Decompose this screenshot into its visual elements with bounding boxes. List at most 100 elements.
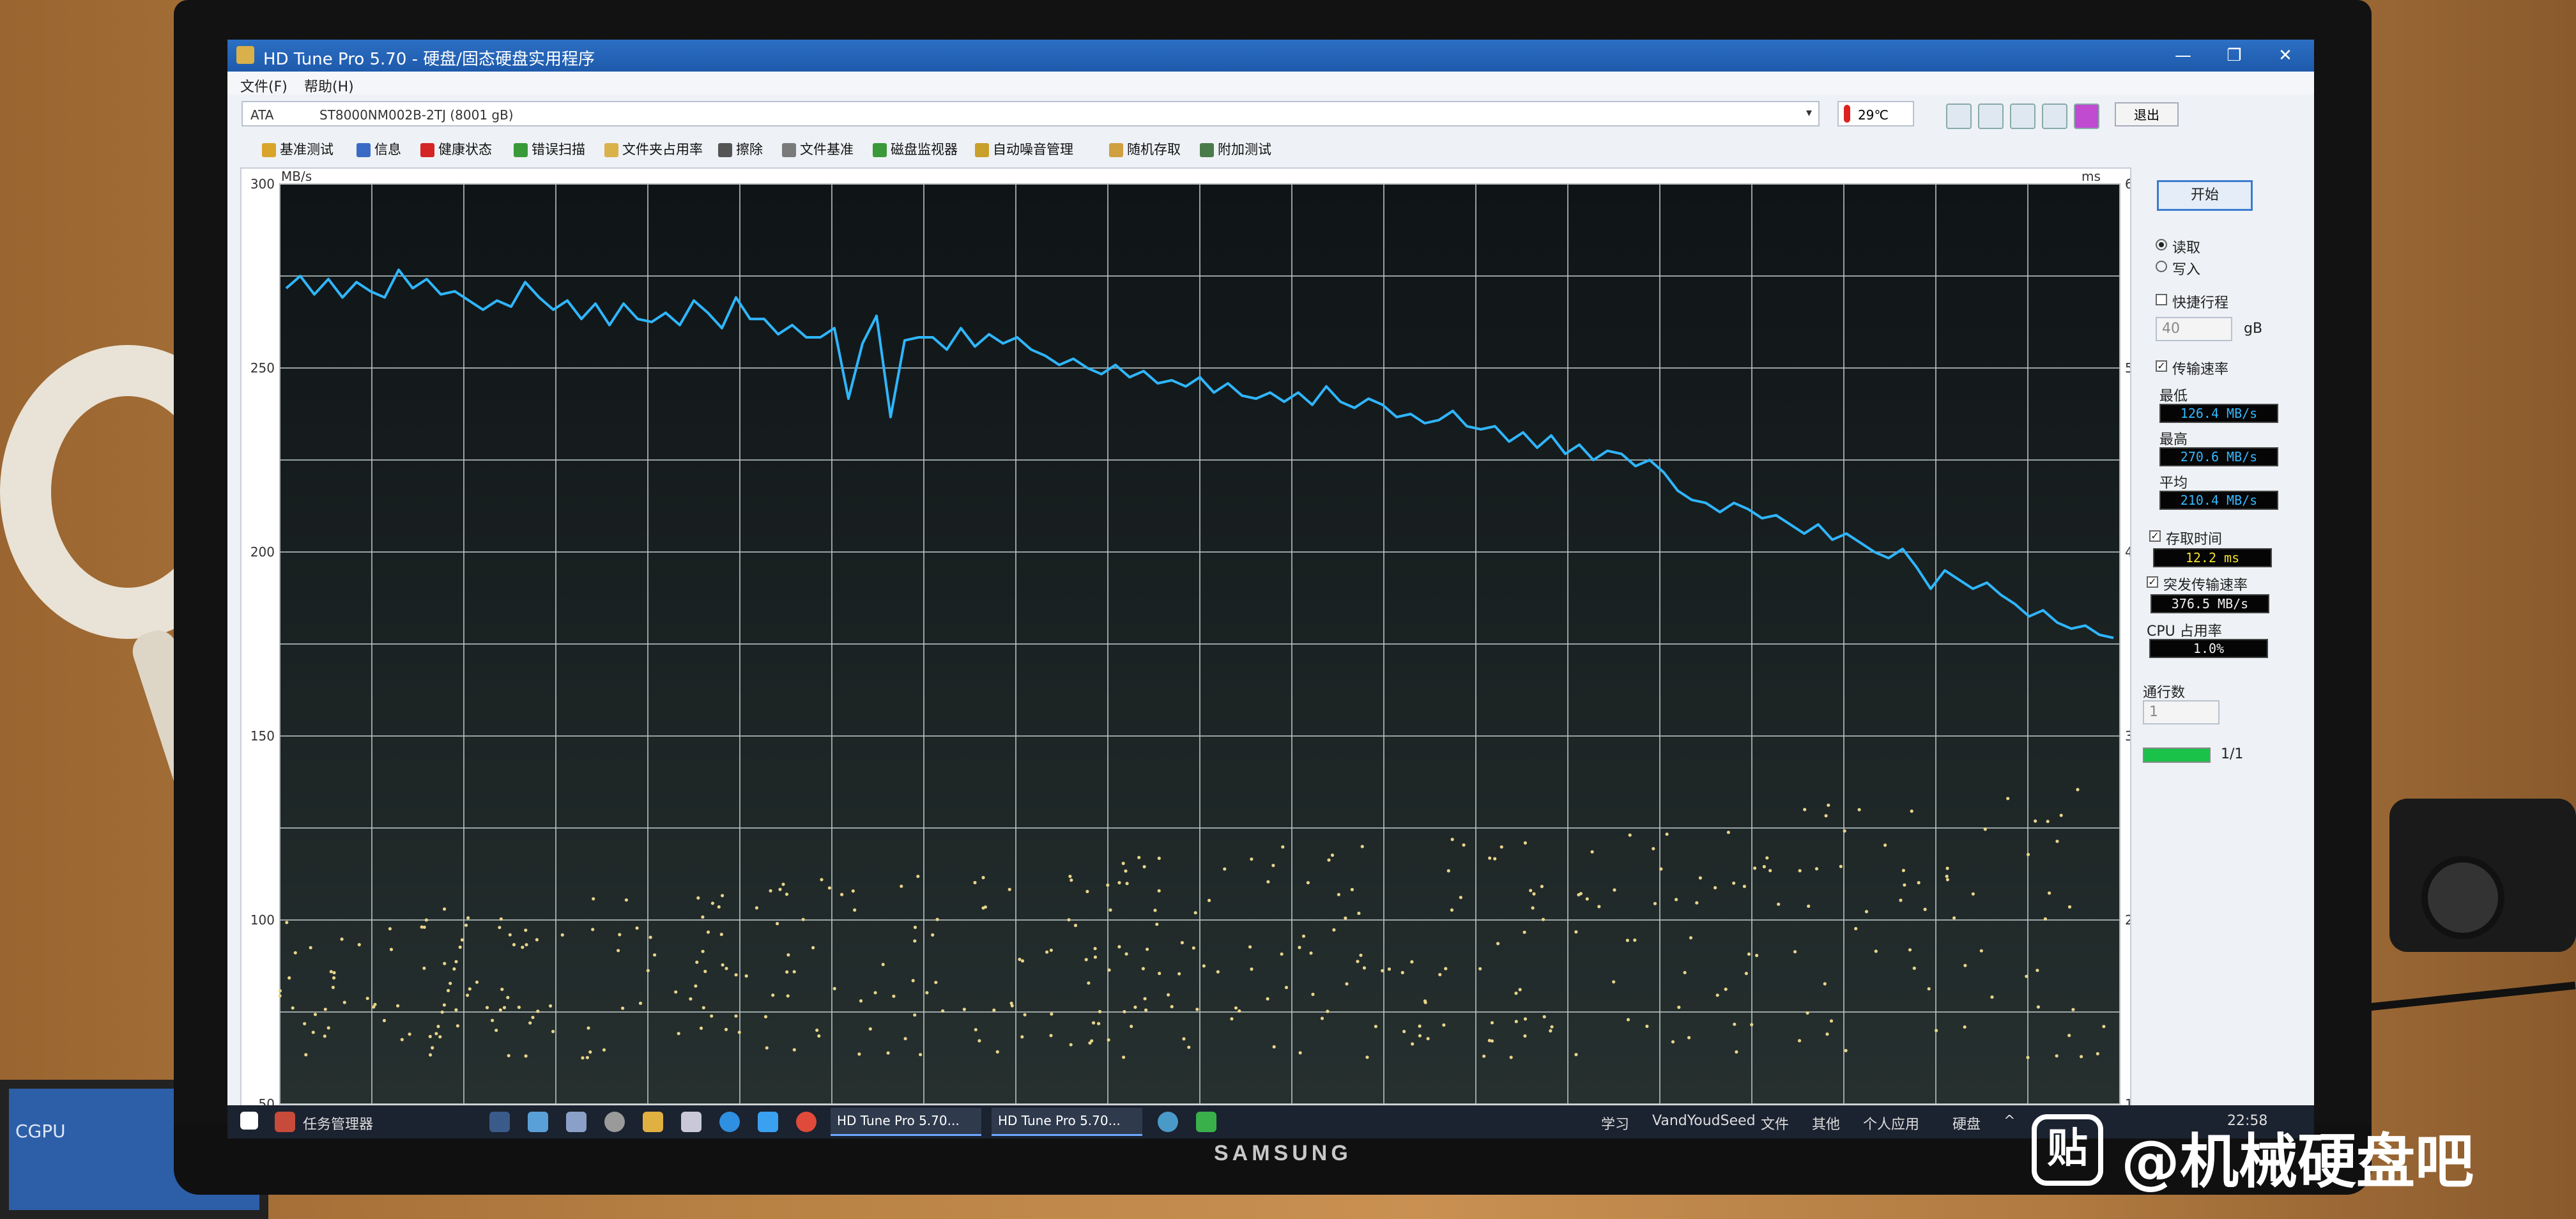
print-icon[interactable] (566, 1112, 586, 1132)
star-app-icon[interactable] (758, 1112, 778, 1132)
access-time-point (638, 1001, 643, 1005)
menu-help[interactable]: 帮助(H) (304, 75, 354, 96)
close-button[interactable]: ✕ (2266, 42, 2305, 69)
access-time-point (491, 1018, 494, 1022)
webcam-lens (2421, 856, 2504, 939)
access-time-point (1125, 882, 1129, 885)
access-time-point (763, 1015, 768, 1018)
calendar-icon[interactable] (681, 1112, 702, 1132)
watermark-text: @机械硬盘吧 (2121, 1128, 2474, 1196)
plus-app-icon[interactable] (1196, 1112, 1216, 1132)
copy-text-icon[interactable] (1946, 103, 1972, 129)
network-app-icon[interactable] (1158, 1112, 1178, 1132)
access-time-point (1753, 866, 1757, 870)
tab-benchmark[interactable]: 基准测试 (262, 139, 334, 161)
temperature-display: 29℃ (1837, 101, 1914, 126)
menu-bar: 文件(F) 帮助(H) (227, 72, 2314, 95)
tab-health[interactable]: 健康状态 (420, 139, 492, 161)
tray-hdd[interactable]: 硬盘 (1952, 1113, 1981, 1136)
exit-button[interactable]: 退出 (2115, 102, 2179, 126)
access-time-point (549, 1004, 553, 1008)
access-time-point (765, 1046, 769, 1050)
chrome-browser-icon[interactable] (796, 1112, 816, 1132)
access-time-point (710, 901, 714, 905)
access-time-point (1167, 993, 1170, 997)
access-time-point (1963, 963, 1967, 967)
transfer-rate-checkbox[interactable]: ✓ (2156, 360, 2167, 372)
read-radio[interactable] (2156, 239, 2167, 250)
speaker-icon (975, 143, 989, 157)
app-icon-photos[interactable] (275, 1112, 295, 1132)
access-time-point (1023, 1013, 1027, 1016)
write-radio[interactable] (2156, 261, 2167, 272)
access-time-point (1626, 1018, 1630, 1022)
save-icon[interactable] (2074, 103, 2099, 129)
tray-files[interactable]: 文件 (1761, 1113, 1789, 1136)
copy-info-icon[interactable] (1978, 103, 2004, 129)
access-time-point (1529, 889, 1533, 893)
windows-start-icon[interactable] (240, 1112, 258, 1130)
tab-random-access[interactable]: 随机存取 (1109, 139, 1181, 161)
screenshot-icon[interactable] (2010, 103, 2035, 129)
burst-rate-checkbox[interactable]: ✓ (2147, 576, 2158, 588)
tray-other[interactable]: 其他 (1812, 1113, 1840, 1136)
clock-icon[interactable] (604, 1112, 625, 1132)
access-time-point (1365, 1055, 1369, 1059)
access-time-point (817, 1034, 821, 1038)
transfer-rate-label: 传输速率 (2172, 362, 2229, 378)
access-time-point (1523, 1017, 1528, 1021)
access-time-point (420, 925, 424, 929)
access-time-point (916, 875, 920, 878)
access-time-point (674, 990, 678, 994)
maximize-button[interactable]: ❐ (2214, 42, 2254, 69)
tray-study[interactable]: 学习 (1601, 1113, 1629, 1136)
access-time-checkbox[interactable]: ✓ (2149, 530, 2161, 542)
chevron-up-icon[interactable]: ^ (2004, 1113, 2015, 1136)
minimize-button[interactable]: — (2163, 42, 2203, 69)
title-bar[interactable]: HD Tune Pro 5.70 - 硬盘/固态硬盘实用程序 — ❐ ✕ (227, 40, 2314, 72)
start-button[interactable]: 开始 (2157, 180, 2253, 211)
taskbar-hdtune-1[interactable]: HD Tune Pro 5.70... (831, 1108, 981, 1136)
settings-icon[interactable] (489, 1112, 510, 1132)
access-time-point (699, 1026, 703, 1030)
access-time-point (1633, 938, 1637, 942)
access-time-point (1798, 1039, 1802, 1043)
tray-personal-apps[interactable]: 个人应用 (1863, 1113, 1919, 1136)
quick-scan-size-input[interactable]: 40 (2156, 317, 2232, 341)
edge-browser-icon[interactable] (719, 1112, 740, 1132)
tab-noise-management[interactable]: 自动噪音管理 (975, 139, 1073, 161)
tray-vandyou[interactable]: VandYoudSeed (1652, 1113, 1756, 1136)
tab-info[interactable]: 信息 (356, 139, 401, 161)
access-time-point (1514, 1020, 1518, 1023)
access-time-point (508, 933, 512, 937)
tab-erase[interactable]: 擦除 (718, 139, 763, 161)
passes-input[interactable]: 1 (2143, 700, 2220, 724)
access-time-point (1122, 1055, 1126, 1059)
access-time-point (1675, 898, 1678, 901)
drive-select[interactable]: ATA ST8000NM002B-2TJ (8001 gB) ▾ (241, 101, 1820, 126)
tab-extra-tests[interactable]: 附加测试 (1200, 139, 1271, 161)
access-time-point (1298, 946, 1301, 949)
tab-disk-monitor[interactable]: 磁盘监视器 (873, 139, 958, 161)
tab-label: 文件夹占用率 (622, 142, 703, 157)
quick-scan-checkbox[interactable] (2156, 294, 2167, 305)
tab-error-scan[interactable]: 错误扫描 (514, 139, 585, 161)
y-tick-label-right: 20 (2125, 912, 2130, 928)
access-time-point (935, 917, 939, 921)
progress-bar (2143, 747, 2211, 763)
folder-icon[interactable] (643, 1112, 663, 1132)
access-time-point (323, 1034, 326, 1038)
access-time-point (1442, 1023, 1446, 1027)
access-time-point (1411, 1042, 1414, 1046)
access-time-point (1356, 960, 1360, 963)
access-time-point (502, 1006, 507, 1009)
options-icon[interactable] (2042, 103, 2067, 129)
mail-icon[interactable] (528, 1112, 548, 1132)
tab-file-benchmark[interactable]: 文件基准 (782, 139, 854, 161)
tab-folder-usage[interactable]: 文件夹占用率 (604, 139, 703, 161)
taskbar-hdtune-2[interactable]: HD Tune Pro 5.70... (992, 1108, 1142, 1136)
menu-file[interactable]: 文件(F) (240, 75, 288, 96)
access-time-point (1018, 958, 1022, 962)
quick-scan-unit: gB (2244, 321, 2263, 337)
task-manager-item[interactable]: 任务管理器 (303, 1113, 373, 1136)
